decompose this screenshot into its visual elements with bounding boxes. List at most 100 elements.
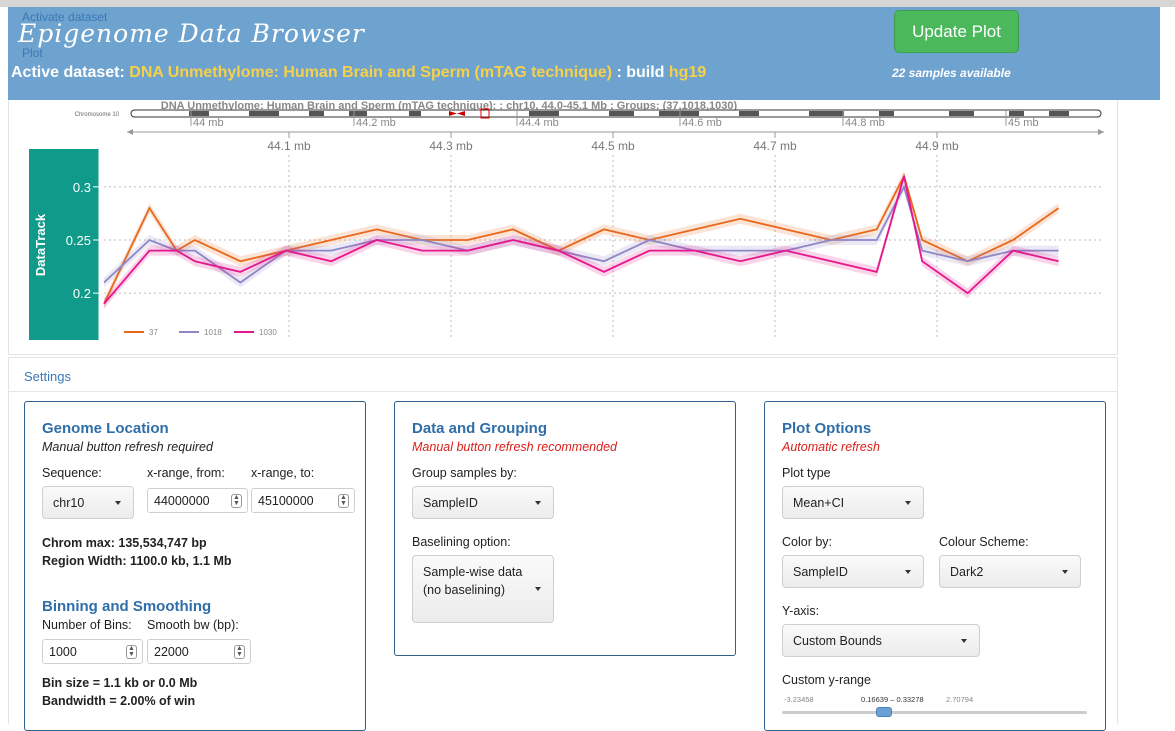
group-by-value: SampleID [423,496,478,510]
bandwidth: Bandwidth = 2.00% of win [42,694,196,708]
app-header: Activate dataset Plot Epigenome Data Bro… [8,7,1160,100]
genome-location-card: Genome Location Manual button refresh re… [24,401,366,731]
ideogram-tick-label: 44.4 mb [519,117,559,129]
sequence-label: Sequence: [42,466,102,480]
chevron-down-icon [535,587,541,591]
plot-type-label: Plot type [782,466,831,480]
spinner-icon[interactable]: ▲ ▼ [126,645,137,659]
colour-scheme-select[interactable]: Dark2 [939,555,1081,588]
ideogram-band [309,111,324,116]
plot-type-select[interactable]: Mean+CI [782,486,924,519]
bins-input[interactable]: 1000 ▲ ▼ [42,639,143,664]
settings-divider [9,391,1117,392]
range-from-input[interactable]: 44000000 ▲ ▼ [147,488,248,513]
ideogram-band [189,111,209,116]
baseline-value-line1: Sample-wise data [423,565,523,579]
legend-label-37: 37 [149,328,158,337]
window-top-edge [0,0,1175,7]
smooth-value: 22000 [154,645,189,659]
smooth-label: Smooth bw (bp): [147,618,239,632]
plot-options-card: Plot Options Automatic refresh Plot type… [764,401,1106,731]
dataset-name: DNA Unmethylome: Human Brain and Sperm (… [129,64,612,81]
data-grouping-title: Data and Grouping [412,420,547,437]
chrom-max: Chrom max: 135,534,747 bp [42,536,207,550]
chevron-down-icon [905,570,911,574]
spinner-icon[interactable]: ▲ ▼ [338,494,349,508]
plot-panel: DNA Unmethylome: Human Brain and Sperm (… [8,100,1118,355]
axis-arrow-right-icon [1098,129,1104,135]
baseline-select[interactable]: Sample-wise data (no baselining) [412,555,554,623]
bin-size: Bin size = 1.1 kb or 0.0 Mb [42,676,198,690]
sequence-select-value: chr10 [53,496,85,510]
color-by-select[interactable]: SampleID [782,555,924,588]
y-range-min: -3.23458 [784,695,814,704]
y-range-slider[interactable] [782,711,1087,714]
baseline-value-line2: (no baselining) [423,583,505,597]
ideogram-band [349,111,367,116]
chromosome-ideogram: 44 mb 44.2 mb 44.4 mb 44.6 mb 44.8 mb 45 mb [130,108,1102,129]
chevron-down-icon [905,501,911,505]
chevron-down-icon [115,501,121,505]
axis-tick-label: 44.1 mb [267,139,311,153]
active-dataset-line: Active dataset: DNA Unmethylome: Human B… [11,64,706,82]
binning-title: Binning and Smoothing [42,598,212,615]
group-by-select[interactable]: SampleID [412,486,554,519]
build-value: hg19 [668,64,707,81]
build-label: : build [616,64,665,81]
chevron-down-icon [1062,570,1068,574]
colour-scheme-value: Dark2 [950,565,984,579]
ideogram-band [659,111,699,116]
color-by-value: SampleID [793,565,848,579]
legend-label-1018: 1018 [204,328,222,337]
region-width: Region Width: 1100.0 kb, 1.1 Mb [42,554,232,568]
range-to-label: x-range, to: [251,466,315,480]
ideogram-tick-label: 44.8 mb [845,117,885,129]
settings-panel: Settings Genome Location Manual button r… [8,357,1118,731]
chevron-down-icon [535,501,541,505]
range-from-value: 44000000 [154,494,210,508]
chevron-down-icon [961,639,967,643]
ideogram-band [409,111,421,116]
color-by-label: Color by: [782,535,833,549]
axis-tick-label: 44.3 mb [429,139,473,153]
ideogram-band [249,111,279,116]
axis-tick-label: 44.9 mb [915,139,959,153]
y-axis-select[interactable]: Custom Bounds [782,624,980,657]
axis-tick-label: 44.5 mb [591,139,635,153]
y-axis-label: Y-axis: [782,604,820,618]
axis-tick-label: 44.7 mb [753,139,797,153]
y-range-max: 2.70794 [946,695,974,704]
ideogram-tick-label: 45 mb [1008,117,1039,129]
sequence-select[interactable]: chr10 [42,486,134,519]
bins-label: Number of Bins: [42,618,132,632]
track-label: DataTrack [33,213,48,276]
ideogram-tick-label: 44.6 mb [682,117,722,129]
y-range-value: 0.16639 – 0.33278 [861,695,924,704]
y-axis-value: Custom Bounds [793,634,882,648]
app-brand: Epigenome Data Browser [18,19,365,48]
range-to-value: 45100000 [258,494,314,508]
samples-available: 22 samples available [892,66,1011,80]
active-dataset-label: Active dataset: [11,64,125,81]
ideogram-band [809,111,844,116]
legend-label-1030: 1030 [259,328,277,337]
spinner-icon[interactable]: ▲ ▼ [234,645,245,659]
ideogram-tick-label: 44 mb [193,117,224,129]
y-tick-label: 0.25 [66,233,91,248]
spinner-icon[interactable]: ▲ ▼ [231,494,242,508]
y-tick-label: 0.2 [73,286,91,301]
smooth-input[interactable]: 22000 ▲ ▼ [147,639,251,664]
y-range-label: Custom y-range [782,673,871,687]
colour-scheme-label: Colour Scheme: [939,535,1029,549]
y-axis: 0.3 0.25 0.2 [66,149,1104,340]
range-to-input[interactable]: 45100000 ▲ ▼ [251,488,355,513]
range-from-label: x-range, from: [147,466,225,480]
y-range-slider-handle[interactable] [876,707,892,717]
y-tick-label: 0.3 [73,180,91,195]
ideogram-band [739,111,759,116]
ideogram-band [949,111,974,116]
settings-link[interactable]: Settings [24,369,71,384]
chromosome-label: Chromosome 10 [75,112,120,118]
update-plot-button[interactable]: Update Plot [894,10,1019,53]
plot-tab[interactable]: Plot [22,46,43,60]
